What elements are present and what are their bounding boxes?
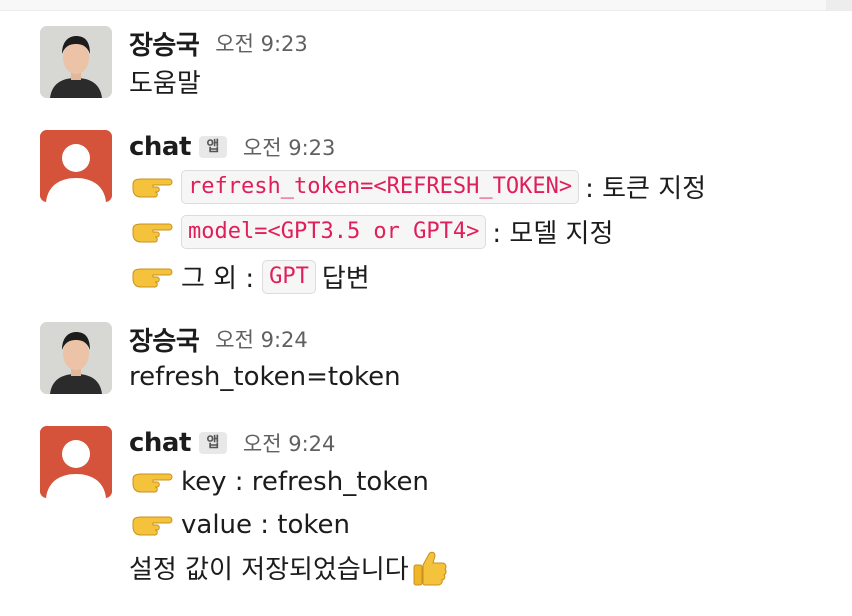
pointing-right-icon [129, 174, 175, 200]
timestamp[interactable]: 오전 9:24 [215, 324, 307, 354]
avatar[interactable] [40, 130, 112, 202]
pointing-right-icon [129, 469, 175, 495]
thumbs-up-icon [409, 548, 449, 588]
user-photo-icon [40, 322, 112, 394]
message-header: 장승국 오전 9:23 [129, 25, 829, 62]
line-suffix: 답변 [321, 264, 370, 294]
pointing-right-icon [129, 219, 175, 245]
message-header: chat 앱 오전 9:23 [129, 130, 829, 164]
line-prefix: 그 외 : [181, 264, 255, 294]
inline-code: model=<GPT3.5 or GPT4> [181, 214, 487, 249]
app-badge: 앱 [198, 136, 227, 158]
message-line: refresh_token=<REFRESH_TOKEN> : 토큰 지정 [129, 164, 829, 209]
line-suffix: : 토큰 지정 [585, 174, 707, 204]
pointing-right-icon [129, 264, 175, 290]
sender-name[interactable]: 장승국 [129, 321, 200, 358]
message-line: key : refresh_token [129, 460, 829, 503]
avatar[interactable] [40, 426, 112, 498]
message-content: chat 앱 오전 9:23 refresh_token=<REFRESH_TO… [129, 130, 829, 299]
timestamp[interactable]: 오전 9:23 [243, 132, 335, 162]
top-edge-bar [0, 0, 852, 11]
line-text: key : refresh_token [181, 466, 429, 497]
message-line: 설정 값이 저장되었습니다 [129, 546, 829, 589]
message-header: 장승국 오전 9:24 [129, 321, 829, 358]
message-line: 그 외 : GPT 답변 [129, 254, 829, 299]
line-suffix: : 모델 지정 [492, 219, 614, 249]
inline-code: GPT [262, 259, 316, 294]
avatar[interactable] [40, 26, 112, 98]
default-user-icon [40, 130, 112, 202]
message-content: 장승국 오전 9:24 refresh_token=token [129, 322, 829, 398]
line-text: value : token [181, 509, 351, 540]
message-line: model=<GPT3.5 or GPT4> : 모델 지정 [129, 209, 829, 254]
message-line: value : token [129, 503, 829, 546]
sender-name[interactable]: 장승국 [129, 25, 200, 62]
timestamp[interactable]: 오전 9:24 [243, 428, 335, 458]
sender-name[interactable]: chat [129, 132, 191, 162]
avatar[interactable] [40, 322, 112, 394]
scrollbar-corner[interactable] [826, 0, 852, 10]
default-user-icon [40, 426, 112, 498]
pointing-right-icon [129, 512, 175, 538]
sender-name[interactable]: chat [129, 428, 191, 458]
user-photo-icon [40, 26, 112, 98]
message-header: chat 앱 오전 9:24 [129, 426, 829, 460]
inline-code: refresh_token=<REFRESH_TOKEN> [181, 169, 580, 204]
timestamp[interactable]: 오전 9:23 [215, 28, 307, 58]
line-text: 설정 값이 저장되었습니다 [129, 555, 409, 585]
app-badge: 앱 [198, 432, 227, 454]
message-content: 장승국 오전 9:23 도움말 [129, 26, 829, 102]
message-text: refresh_token=token [129, 362, 401, 392]
message-content: chat 앱 오전 9:24 key : refresh_token value… [129, 426, 829, 589]
message-text: 도움말 [129, 68, 201, 99]
